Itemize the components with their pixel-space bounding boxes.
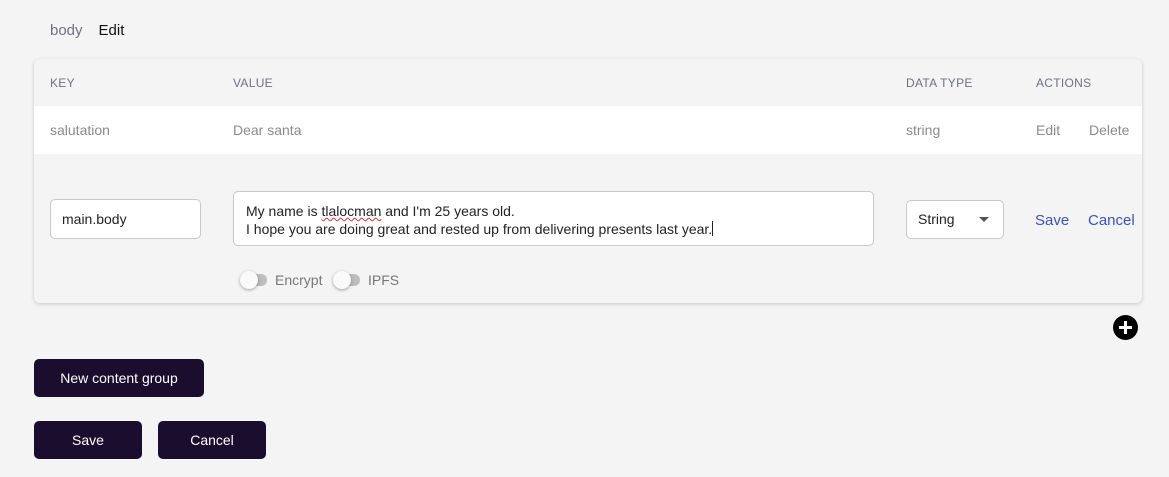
row-value: Dear santa — [233, 122, 302, 138]
breadcrumb-current: Edit — [98, 22, 125, 39]
encrypt-toggle-group: Encrypt — [240, 271, 323, 289]
header-value: VALUE — [233, 76, 273, 90]
row-delete-link[interactable]: Delete — [1089, 122, 1129, 138]
plus-icon — [1119, 321, 1132, 334]
breadcrumb-parent[interactable]: body — [50, 22, 83, 39]
header-data-type: DATA TYPE — [906, 76, 973, 90]
row-save-link[interactable]: Save — [1035, 212, 1069, 229]
value-line-1-prefix: My name is — [246, 203, 322, 219]
row-key: salutation — [50, 122, 110, 138]
row-data-type: string — [906, 122, 941, 138]
save-button[interactable]: Save — [34, 421, 142, 459]
chevron-down-icon — [979, 217, 989, 222]
ipfs-label: IPFS — [368, 272, 400, 288]
table-row: salutation Dear santa string Edit Delete — [34, 106, 1142, 154]
ipfs-toggle-group: IPFS — [333, 271, 400, 289]
row-cancel-link[interactable]: Cancel — [1088, 212, 1135, 229]
value-line-1-suffix: and I'm 25 years old. — [381, 203, 515, 219]
value-textarea[interactable]: My name is tlalocman and I'm 25 years ol… — [233, 191, 874, 246]
row-edit-link[interactable]: Edit — [1036, 122, 1060, 138]
encrypt-label: Encrypt — [275, 272, 323, 288]
value-line-2-text: I hope you are doing great and rested up… — [246, 221, 713, 237]
encrypt-toggle[interactable] — [240, 271, 267, 289]
ipfs-toggle-knob — [333, 271, 351, 289]
value-line-1: My name is tlalocman and I'm 25 years ol… — [246, 202, 861, 220]
cancel-button[interactable]: Cancel — [158, 421, 266, 459]
misspelled-word: tlalocman — [321, 203, 382, 219]
header-actions: ACTIONS — [1036, 76, 1092, 90]
encrypt-toggle-knob — [240, 271, 258, 289]
breadcrumb: body Edit — [50, 22, 124, 39]
content-table-card: KEY VALUE DATA TYPE ACTIONS salutation D… — [34, 59, 1142, 303]
data-type-select[interactable]: String — [906, 200, 1004, 239]
ipfs-toggle[interactable] — [333, 271, 360, 289]
key-input[interactable]: main.body — [50, 199, 201, 239]
add-row-button[interactable] — [1113, 315, 1138, 340]
value-line-2: I hope you are doing great and rested up… — [246, 220, 861, 238]
header-key: KEY — [50, 76, 75, 90]
new-content-group-button[interactable]: New content group — [34, 359, 204, 397]
text-caret — [712, 221, 714, 236]
data-type-selected: String — [918, 211, 955, 227]
